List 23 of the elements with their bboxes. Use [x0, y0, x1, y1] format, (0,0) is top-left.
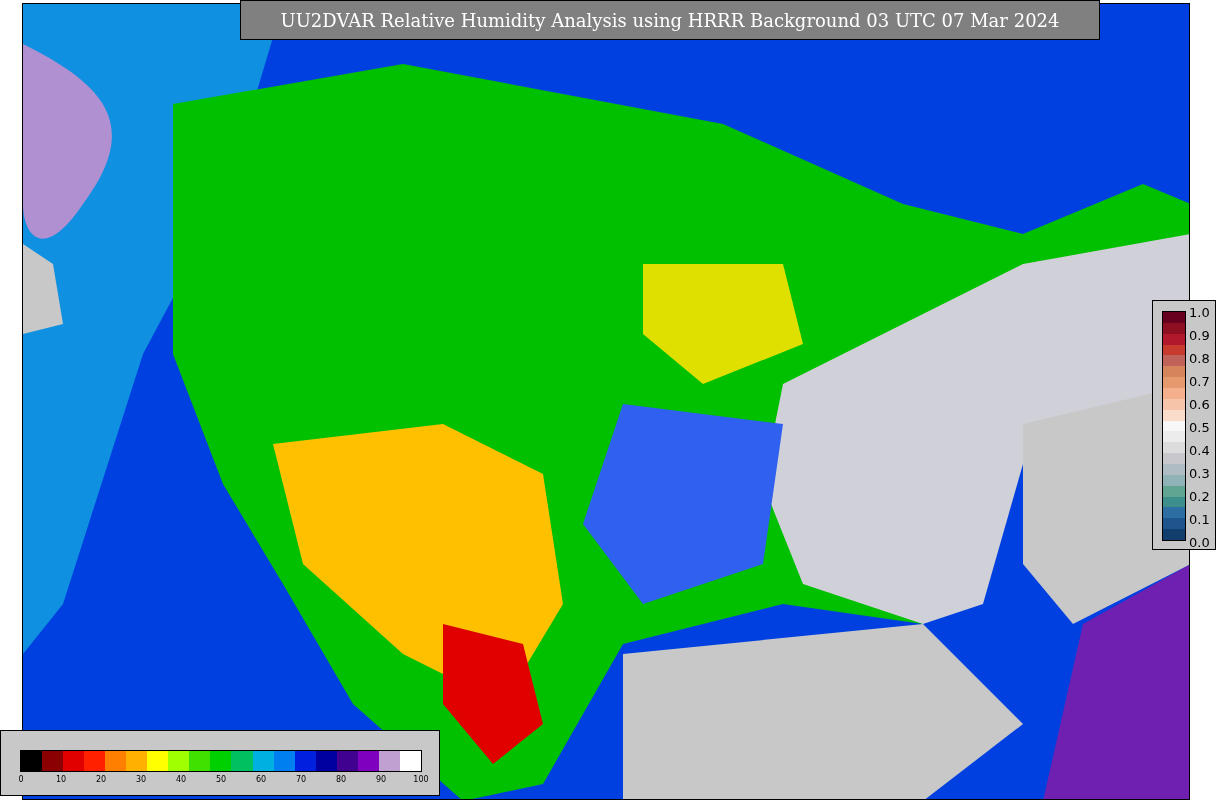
tick-label: 0.4 [1189, 443, 1210, 457]
tick-label: 60 [255, 776, 267, 784]
tick-label: 10 [55, 776, 67, 784]
tick-label: 1.0 [1189, 305, 1210, 319]
tick-label: 0.2 [1189, 489, 1210, 503]
tick-label: 0.8 [1189, 351, 1210, 365]
tick-label: 80 [335, 776, 347, 784]
tick-label: 0.1 [1189, 512, 1210, 526]
tick-label: 70 [295, 776, 307, 784]
tick-label: 0 [18, 776, 24, 784]
tick-label: 0.5 [1189, 420, 1210, 434]
tick-label: 100 [413, 776, 429, 784]
tick-label: 0.3 [1189, 466, 1210, 480]
map-title: UU2DVAR Relative Humidity Analysis using HRRR Background 03 UTC 07 Mar 2024 [240, 0, 1100, 40]
tick-label: 20 [95, 776, 107, 784]
tick-label: 0.6 [1189, 397, 1210, 411]
tick-label: 0.7 [1189, 374, 1210, 388]
tick-label: 90 [375, 776, 387, 784]
tick-label: 0.0 [1189, 535, 1210, 549]
tick-label: 0.9 [1189, 328, 1210, 342]
tick-label: 40 [175, 776, 187, 784]
tick-label: 50 [215, 776, 227, 784]
tick-label: 30 [135, 776, 147, 784]
